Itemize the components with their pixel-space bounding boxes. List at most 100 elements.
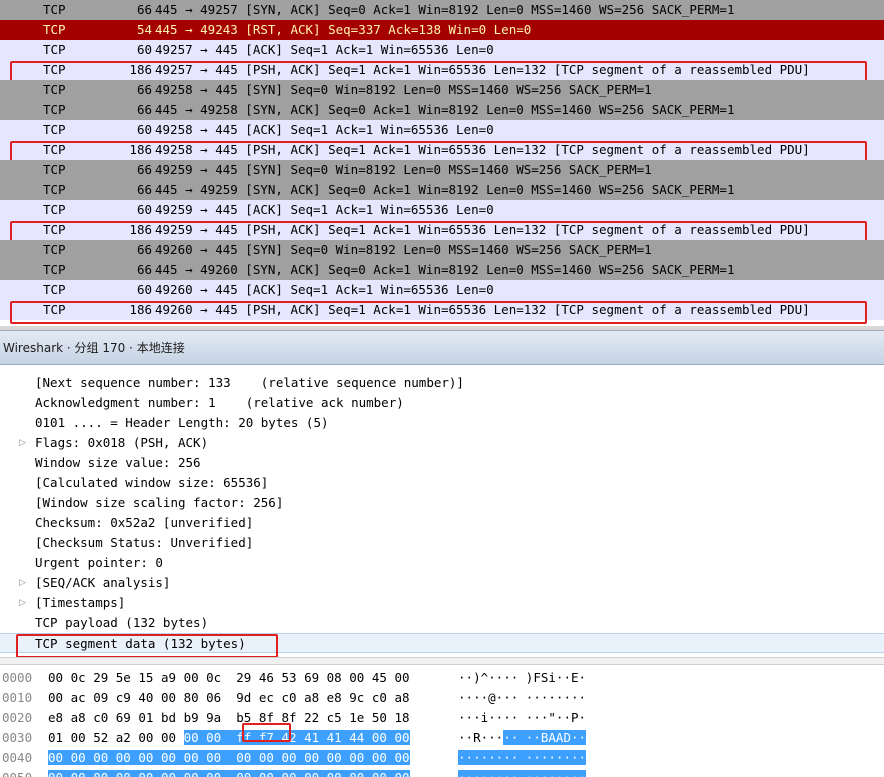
hex-byte[interactable]: 15 (138, 670, 153, 685)
hex-ascii[interactable]: ········ ········ (458, 768, 587, 777)
hex-byte[interactable]: 40 (138, 690, 153, 705)
hex-byte[interactable]: a8 (71, 710, 86, 725)
hex-byte[interactable]: 09 (93, 690, 108, 705)
hex-row[interactable]: 0020 e8 a8 c0 69 01 bd b9 9a b5 8f 8f 22 … (0, 708, 884, 728)
hex-byte[interactable]: 00 (93, 770, 109, 777)
hex-byte[interactable]: 18 (394, 710, 409, 725)
hex-ascii[interactable]: ··R····· ··BAAD·· (458, 728, 587, 748)
hex-byte[interactable]: 00 (349, 750, 365, 765)
hex-byte[interactable]: 0c (71, 670, 86, 685)
hex-byte[interactable]: 46 (259, 670, 274, 685)
packet-row[interactable]: TCP 186 49260 → 445 [PSH, ACK] Seq=1 Ack=1… (0, 300, 884, 324)
detail-row[interactable]: [Window size scaling factor: 256] (0, 493, 884, 513)
hex-ascii[interactable]: ··)^···· )FSi··E· (458, 668, 586, 688)
packet-row[interactable]: TCP 60 49259 → 445 [ACK] Seq=1 Ack=1 Win=6… (0, 200, 884, 220)
hex-byte[interactable]: 00 (349, 670, 364, 685)
hex-byte[interactable]: 41 (326, 730, 342, 745)
pane-splitter[interactable] (0, 657, 884, 665)
packet-row[interactable]: TCP 66 49259 → 445 [SYN] Seq=0 Win=8192 Le… (0, 160, 884, 180)
hex-byte[interactable]: 00 (115, 750, 131, 765)
hex-byte[interactable]: 00 (371, 770, 387, 777)
hex-byte[interactable]: 00 (138, 730, 153, 745)
hex-byte[interactable]: 00 (183, 750, 199, 765)
hex-byte[interactable]: 00 (183, 770, 199, 777)
detail-row-selected[interactable]: TCP segment data (132 bytes) (0, 633, 884, 658)
hex-byte[interactable]: 00 (394, 770, 410, 777)
hex-byte[interactable]: 00 (206, 730, 222, 745)
packet-bytes-pane[interactable]: 0000 00 0c 29 5e 15 a9 00 0c 29 46 53 69 … (0, 665, 884, 777)
hex-byte[interactable]: 00 (71, 730, 86, 745)
hex-byte[interactable]: 9d (236, 690, 251, 705)
hex-row[interactable]: 00 00 00 0c 29 5e 15 a9 00 0c 29 46 53 69 … (0, 668, 884, 688)
hex-byte[interactable]: 00 (394, 750, 410, 765)
hex-bytes[interactable]: 01 00 52 a2 00 00 00 00 ff f7 42 41 41 4… (48, 728, 410, 748)
hex-byte[interactable]: 1e (349, 710, 364, 725)
hex-byte[interactable]: 41 (304, 730, 320, 745)
packet-row[interactable]: TCP 60 49257 → 445 [ACK] Seq=1 Ack=1 Win=6… (0, 40, 884, 60)
hex-byte[interactable]: 00 (183, 730, 199, 745)
hex-byte[interactable]: 80 (184, 690, 199, 705)
hex-byte[interactable]: c0 (281, 690, 296, 705)
hex-byte[interactable]: 00 (138, 750, 154, 765)
hex-byte[interactable]: 00 (206, 750, 222, 765)
hex-byte[interactable]: 9c (349, 690, 364, 705)
hex-byte[interactable]: 00 (394, 730, 410, 745)
hex-byte[interactable]: 0c (206, 670, 221, 685)
hex-ascii[interactable]: ····@··· ········ (458, 688, 586, 708)
detail-row[interactable]: ▷ [SEQ/ACK analysis] (0, 573, 884, 593)
hex-byte[interactable]: 00 (304, 750, 320, 765)
hex-byte[interactable]: 00 (161, 730, 176, 745)
hex-byte[interactable]: 50 (372, 710, 387, 725)
hex-byte[interactable]: 00 (48, 670, 63, 685)
hex-byte[interactable]: 5e (116, 670, 131, 685)
hex-byte[interactable]: 00 (48, 770, 64, 777)
hex-byte[interactable]: 00 (70, 750, 86, 765)
hex-byte[interactable]: c9 (116, 690, 131, 705)
hex-byte[interactable]: 00 (281, 750, 297, 765)
hex-byte[interactable]: 00 (281, 770, 297, 777)
hex-byte[interactable]: 08 (327, 670, 342, 685)
hex-byte[interactable]: 00 (326, 770, 342, 777)
detail-row[interactable]: Checksum: 0x52a2 [unverified] (0, 513, 884, 533)
hex-byte[interactable]: a2 (116, 730, 131, 745)
hex-byte[interactable]: 00 (206, 770, 222, 777)
hex-byte[interactable]: 29 (93, 670, 108, 685)
hex-byte[interactable]: 00 (236, 750, 252, 765)
packet-row[interactable]: TCP 60 49260 → 445 [ACK] Seq=1 Ack=1 Win=6… (0, 280, 884, 300)
hex-byte[interactable]: 00 (184, 670, 199, 685)
hex-bytes[interactable]: 00 00 00 00 00 00 00 00 00 00 00 00 00 0… (48, 768, 410, 777)
hex-byte[interactable]: e8 (327, 690, 342, 705)
detail-row[interactable]: Acknowledgment number: 1 (relative ack n… (0, 393, 884, 413)
detail-row[interactable]: ▷ Flags: 0x018 (PSH, ACK) (0, 433, 884, 453)
hex-row[interactable]: 0040 00 00 00 00 00 00 00 00 00 00 00 00 … (0, 748, 884, 768)
detail-row[interactable]: [Checksum Status: Unverified] (0, 533, 884, 553)
hex-byte[interactable]: 00 (115, 770, 131, 777)
packet-row[interactable]: TCP 66 445 → 49260 [SYN, ACK] Seq=0 Ack=1 … (0, 260, 884, 280)
hex-byte[interactable]: 00 (48, 750, 64, 765)
hex-byte[interactable]: 45 (372, 670, 387, 685)
hex-byte[interactable]: ec (259, 690, 274, 705)
detail-row[interactable]: TCP payload (132 bytes) (0, 613, 884, 633)
hex-byte[interactable]: 53 (281, 670, 296, 685)
hex-byte[interactable]: a8 (304, 690, 319, 705)
hex-byte[interactable]: c5 (327, 710, 342, 725)
expand-arrow-icon[interactable]: ▷ (19, 593, 26, 613)
hex-row[interactable]: 0010 00 ac 09 c9 40 00 80 06 9d ec c0 a8 … (0, 688, 884, 708)
hex-row[interactable]: 0050 00 00 00 00 00 00 00 00 00 00 00 00 … (0, 768, 884, 777)
hex-byte[interactable]: 00 (236, 770, 252, 777)
detail-row[interactable]: 0101 .... = Header Length: 20 bytes (5) (0, 413, 884, 433)
hex-byte[interactable]: 00 (349, 770, 365, 777)
hex-byte[interactable]: c0 (93, 710, 108, 725)
packet-row[interactable]: TCP 186 49258 → 445 [PSH, ACK] Seq=1 Ack=1… (0, 140, 884, 164)
hex-byte[interactable]: 00 (371, 730, 387, 745)
hex-bytes[interactable]: 00 00 00 00 00 00 00 00 00 00 00 00 00 0… (48, 748, 410, 768)
hex-byte[interactable]: 22 (304, 710, 319, 725)
hex-byte[interactable]: c0 (372, 690, 387, 705)
hex-row[interactable]: 0030 01 00 52 a2 00 00 00 00 ff f7 42 41 … (0, 728, 884, 748)
hex-byte[interactable]: 52 (93, 730, 108, 745)
hex-byte[interactable]: 00 (258, 750, 274, 765)
hex-byte[interactable]: 29 (236, 670, 251, 685)
hex-byte[interactable]: 69 (116, 710, 131, 725)
hex-byte[interactable]: 00 (160, 750, 177, 765)
hex-bytes[interactable]: 00 0c 29 5e 15 a9 00 0c 29 46 53 69 08 0… (48, 668, 410, 688)
